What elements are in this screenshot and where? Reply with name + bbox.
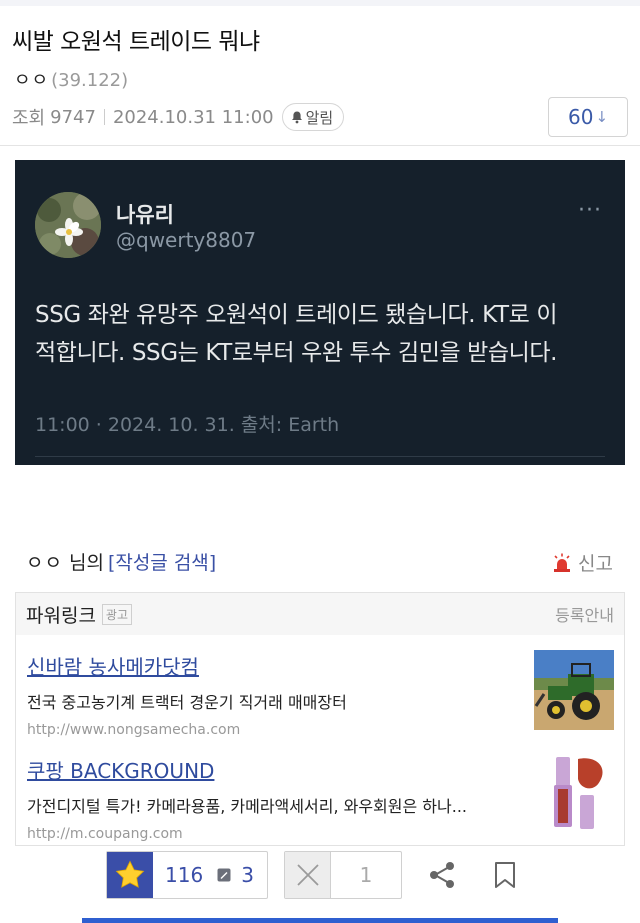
ad-item[interactable]: 신바람 농사메카닷컴 전국 중고농기계 트랙터 경운기 직거래 매매장터 htt… bbox=[27, 651, 615, 738]
downvote-group: 1 bbox=[284, 851, 402, 899]
arrow-down-icon: ↓ bbox=[595, 108, 609, 126]
tweet-meta: 11:00 · 2024. 10. 31. 출처: Earth bbox=[35, 414, 340, 436]
close-icon bbox=[296, 864, 319, 886]
views-label: 조회 bbox=[12, 108, 46, 129]
post-datetime: 2024.10.31 11:00 bbox=[112, 106, 274, 128]
tweet-line-2: 적합니다. SSG는 KT로부터 우완 투수 김민을 받습니다. bbox=[35, 340, 558, 366]
tweet-text: SSG 좌완 유망주 오원석이 트레이드 됐습니다. KT로 이 적합니다. S… bbox=[35, 296, 610, 372]
ads-header: 파워링크 광고 등록안내 bbox=[16, 593, 624, 635]
bell-icon bbox=[291, 111, 302, 123]
lip-tint-image[interactable] bbox=[534, 753, 614, 837]
memo-count: 3 bbox=[241, 863, 254, 887]
tweet-divider bbox=[35, 456, 605, 457]
avatar bbox=[35, 192, 101, 258]
tweet-author-name[interactable]: 나유리 bbox=[116, 199, 174, 229]
ads-title: 파워링크 bbox=[26, 604, 96, 627]
alarm-label: 알림 bbox=[305, 108, 334, 127]
ad-url: http://m.coupang.com bbox=[27, 826, 183, 842]
upvote-button[interactable] bbox=[107, 852, 153, 898]
downvote-count: 1 bbox=[359, 863, 373, 887]
share-button[interactable] bbox=[427, 860, 457, 894]
ad-desc: 가전디지털 특가! 카메라용품, 카메라액세서리, 와우회원은 하나... bbox=[27, 797, 467, 816]
report-label: 신고 bbox=[578, 553, 613, 575]
star-icon bbox=[115, 860, 145, 888]
siren-icon bbox=[554, 553, 570, 572]
upvote-count: 116 bbox=[165, 863, 204, 887]
bottom-indicator bbox=[82, 918, 558, 923]
memo-icon bbox=[217, 868, 231, 882]
post-author: ㅇㅇ (39.122) bbox=[14, 66, 128, 92]
comment-count: 60 bbox=[567, 105, 594, 129]
views-count: 9747 bbox=[50, 106, 96, 128]
author-name[interactable]: ㅇㅇ bbox=[14, 66, 49, 92]
writer-search-link[interactable]: [작성글 검색] bbox=[108, 548, 216, 575]
writer-row: ㅇㅇ 님의 [작성글 검색] bbox=[26, 548, 216, 575]
action-bar: 116 3 1 bbox=[0, 851, 640, 899]
more-icon[interactable]: ··· bbox=[578, 198, 602, 223]
upvote-group: 116 3 bbox=[106, 851, 268, 899]
ad-item[interactable]: 쿠팡 BACKGROUND 가전디지털 특가! 카메라용품, 카메라액세서리, … bbox=[27, 755, 615, 842]
bookmark-icon bbox=[495, 862, 515, 888]
bookmark-button[interactable] bbox=[494, 861, 516, 893]
ad-badge: 광고 bbox=[101, 603, 133, 625]
comment-count-button[interactable]: 60 ↓ bbox=[548, 97, 628, 137]
powerlink-ads: 파워링크 광고 등록안내 신바람 농사메카닷컴 전국 중고농기계 트랙터 경운기… bbox=[15, 592, 625, 846]
share-icon bbox=[430, 862, 454, 888]
tweet-embed: 나유리 @qwerty8807 ··· SSG 좌완 유망주 오원석이 트레이드… bbox=[15, 160, 625, 465]
post-title: 씨발 오원석 트레이드 뭐냐 bbox=[12, 29, 260, 55]
ad-title[interactable]: 신바람 농사메카닷컴 bbox=[27, 651, 615, 680]
post-meta: 조회 9747 2024.10.31 11:00 알림 bbox=[12, 102, 345, 132]
tractor-image[interactable] bbox=[534, 650, 614, 734]
ad-title[interactable]: 쿠팡 BACKGROUND bbox=[27, 755, 615, 784]
ads-register-link[interactable]: 등록안내 bbox=[555, 602, 614, 626]
tweet-line-1: SSG 좌완 유망주 오원석이 트레이드 됐습니다. KT로 이 bbox=[35, 302, 558, 328]
ad-url: http://www.nongsamecha.com bbox=[27, 722, 241, 738]
downvote-button[interactable] bbox=[285, 852, 331, 898]
report-button[interactable]: 신고 bbox=[552, 549, 613, 576]
author-ip: (39.122) bbox=[51, 70, 129, 91]
writer-suffix: 님의 bbox=[68, 552, 104, 574]
header-divider bbox=[0, 145, 640, 146]
meta-divider bbox=[103, 109, 105, 125]
tweet-author-handle[interactable]: @qwerty8807 bbox=[116, 228, 256, 252]
writer-name[interactable]: ㅇㅇ bbox=[26, 548, 63, 575]
alarm-button[interactable]: 알림 bbox=[281, 103, 345, 131]
ad-desc: 전국 중고농기계 트랙터 경운기 직거래 매매장터 bbox=[27, 693, 347, 712]
top-strip bbox=[0, 0, 640, 6]
